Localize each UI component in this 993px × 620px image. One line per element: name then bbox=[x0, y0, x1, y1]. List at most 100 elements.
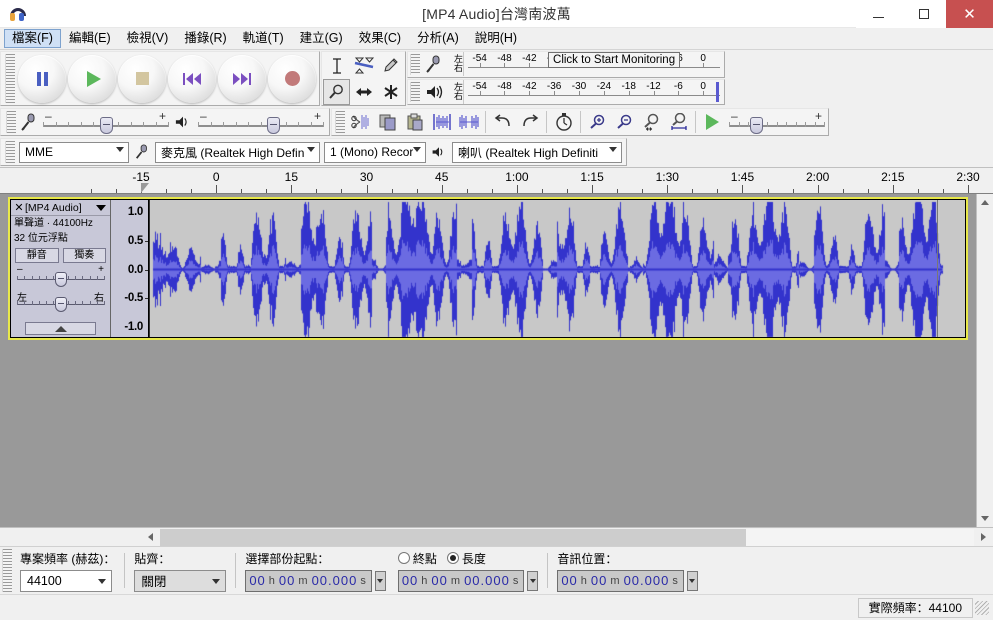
playback-meter-toolbar[interactable]: 左 右 -54 -48 -42 -36 -30 -24 -18 -12 -6 0 bbox=[407, 78, 725, 105]
menu-item-effect[interactable]: 效果(C) bbox=[351, 29, 409, 48]
paste-button[interactable] bbox=[401, 109, 428, 135]
playback-device-select[interactable]: 喇叭 (Realtek High Definiti bbox=[452, 141, 622, 163]
waveform-display[interactable] bbox=[149, 200, 965, 337]
timeline-ruler[interactable]: -15 0 15 30 45 1:00 1:15 1:30 1:45 2:00 2:15 2:30 bbox=[0, 168, 993, 194]
solo-button[interactable]: 獨奏 bbox=[62, 248, 106, 263]
scroll-down-button[interactable] bbox=[977, 510, 993, 527]
cut-button[interactable] bbox=[347, 109, 374, 135]
sel-start-hours[interactable]: 00 bbox=[248, 573, 266, 588]
recording-meter-toolbar[interactable]: 左 右 -54-48-42-36-30-24-18-12-60 Click to… bbox=[407, 51, 725, 78]
transport-toolbar-grip[interactable] bbox=[5, 54, 15, 103]
envelope-tool[interactable] bbox=[350, 53, 377, 79]
playhead-indicator[interactable] bbox=[141, 183, 149, 193]
recording-meter-grip[interactable] bbox=[410, 54, 420, 75]
selection-length-spinner[interactable] bbox=[527, 570, 539, 591]
gain-slider-thumb[interactable] bbox=[54, 272, 67, 287]
pause-button[interactable] bbox=[18, 54, 66, 103]
chevron-down-icon[interactable] bbox=[96, 204, 106, 211]
sel-length-minutes[interactable]: 00 bbox=[430, 573, 448, 588]
horizontal-scroll-thumb[interactable] bbox=[160, 528, 747, 546]
speed-slider-thumb[interactable] bbox=[749, 117, 763, 134]
snap-to-select[interactable]: 關閉 bbox=[134, 569, 227, 592]
vertical-scroll-track[interactable] bbox=[977, 211, 993, 510]
play-button[interactable] bbox=[68, 54, 116, 103]
recording-channels-select[interactable]: 1 (Mono) Recor bbox=[324, 141, 426, 163]
selection-start-field[interactable]: 00 h 00 m 00.000 s bbox=[245, 569, 372, 592]
output-volume-slider[interactable]: – + bbox=[198, 109, 324, 134]
collapse-track-button[interactable] bbox=[25, 322, 96, 335]
end-radio-dot[interactable] bbox=[397, 552, 410, 564]
skip-to-end-button[interactable] bbox=[218, 54, 266, 103]
minimize-button[interactable] bbox=[856, 0, 901, 28]
horizontal-scroll-track[interactable] bbox=[160, 528, 974, 546]
menu-item-help[interactable]: 說明(H) bbox=[467, 29, 525, 48]
time-shift-tool[interactable] bbox=[350, 79, 377, 105]
audio-pos-minutes[interactable]: 00 bbox=[590, 573, 608, 588]
track-pan-slider[interactable]: 左 右 bbox=[17, 291, 105, 313]
track-title-bar[interactable]: ✕ [MP4 Audio] bbox=[11, 200, 110, 216]
zoom-in-button[interactable] bbox=[584, 109, 611, 135]
draw-tool[interactable] bbox=[377, 53, 404, 79]
resize-grip[interactable] bbox=[975, 600, 989, 615]
input-volume-slider[interactable]: – + bbox=[43, 109, 169, 134]
track-gain-slider[interactable]: – + bbox=[17, 264, 105, 288]
sel-start-seconds[interactable]: 00.000 bbox=[311, 573, 359, 588]
mute-button[interactable]: 靜音 bbox=[15, 248, 59, 263]
trim-button[interactable] bbox=[428, 109, 455, 135]
pan-slider-thumb[interactable] bbox=[54, 297, 67, 312]
zoom-tool[interactable] bbox=[323, 79, 350, 105]
undo-button[interactable] bbox=[489, 109, 516, 135]
menu-item-file[interactable]: 檔案(F) bbox=[4, 29, 61, 48]
menu-item-tracks[interactable]: 軌道(T) bbox=[235, 29, 292, 48]
edit-toolbar-grip[interactable] bbox=[335, 111, 345, 133]
sync-lock-button[interactable] bbox=[550, 109, 577, 135]
project-rate-select[interactable]: 44100 bbox=[20, 569, 112, 592]
stop-button[interactable] bbox=[118, 54, 166, 103]
audio-pos-seconds[interactable]: 00.000 bbox=[623, 573, 671, 588]
audio-pos-hours[interactable]: 00 bbox=[560, 573, 578, 588]
vertical-scrollbar[interactable] bbox=[976, 194, 993, 527]
horizontal-scrollbar[interactable] bbox=[0, 527, 993, 546]
fit-project-button[interactable] bbox=[665, 109, 692, 135]
track-container[interactable]: ✕ [MP4 Audio] 單聲道 · 44100Hz 32 位元浮點 靜音 獨… bbox=[8, 197, 968, 340]
menu-item-edit[interactable]: 編輯(E) bbox=[61, 29, 119, 48]
audio-position-field[interactable]: 00 h 00 m 00.000 s bbox=[557, 569, 684, 592]
scroll-right-button[interactable] bbox=[974, 528, 993, 547]
redo-button[interactable] bbox=[516, 109, 543, 135]
close-button[interactable]: ✕ bbox=[946, 0, 993, 28]
skip-to-start-button[interactable] bbox=[168, 54, 216, 103]
play-at-speed-button[interactable] bbox=[699, 109, 726, 135]
multi-tool[interactable] bbox=[377, 79, 404, 105]
scroll-up-button[interactable] bbox=[977, 194, 993, 211]
track-name[interactable]: [MP4 Audio] bbox=[25, 202, 96, 214]
copy-button[interactable] bbox=[374, 109, 401, 135]
silence-button[interactable] bbox=[455, 109, 482, 135]
zoom-out-button[interactable] bbox=[611, 109, 638, 135]
length-radio[interactable]: 長度 bbox=[446, 550, 486, 567]
audio-position-spinner[interactable] bbox=[686, 570, 698, 591]
menu-item-generate[interactable]: 建立(G) bbox=[292, 29, 351, 48]
mixer-toolbar-grip[interactable] bbox=[6, 111, 16, 133]
audio-host-select[interactable]: MME bbox=[19, 141, 129, 163]
play-speed-slider[interactable]: – + bbox=[729, 109, 825, 134]
record-button[interactable] bbox=[268, 54, 316, 103]
selection-toolbar-grip[interactable] bbox=[2, 549, 12, 592]
scroll-left-button[interactable] bbox=[141, 528, 160, 547]
maximize-button[interactable] bbox=[901, 0, 946, 28]
sel-start-minutes[interactable]: 00 bbox=[278, 573, 296, 588]
input-slider-thumb[interactable] bbox=[99, 117, 113, 134]
recording-device-select[interactable]: 麥克風 (Realtek High Defin bbox=[155, 141, 320, 163]
fit-selection-button[interactable] bbox=[638, 109, 665, 135]
device-toolbar-grip[interactable] bbox=[5, 141, 15, 163]
selection-tool[interactable] bbox=[323, 53, 350, 79]
output-slider-thumb[interactable] bbox=[267, 117, 280, 134]
sel-length-hours[interactable]: 00 bbox=[401, 573, 419, 588]
waveform-canvas[interactable] bbox=[149, 200, 965, 337]
vertical-ruler[interactable]: 1.0 0.5 0.0 -0.5 -1.0 bbox=[111, 200, 149, 337]
sel-length-seconds[interactable]: 00.000 bbox=[463, 573, 511, 588]
close-track-button[interactable]: ✕ bbox=[13, 201, 25, 214]
selection-start-spinner[interactable] bbox=[374, 570, 386, 591]
end-radio[interactable]: 終點 bbox=[397, 550, 437, 567]
length-radio-dot[interactable] bbox=[446, 552, 459, 564]
playback-meter-grip[interactable] bbox=[410, 81, 420, 102]
